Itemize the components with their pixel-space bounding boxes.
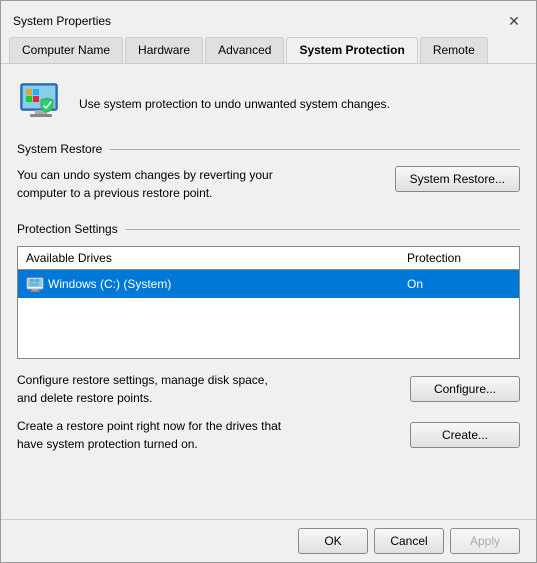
restore-description: You can undo system changes by reverting… [17, 166, 287, 202]
apply-button[interactable]: Apply [450, 528, 520, 554]
tab-remote[interactable]: Remote [420, 37, 488, 63]
drive-icon [26, 275, 44, 293]
empty-table-space [18, 298, 519, 358]
title-bar: System Properties ✕ [1, 1, 536, 33]
create-description: Create a restore point right now for the… [17, 417, 287, 453]
drives-table-header: Available Drives Protection [18, 247, 519, 270]
window-title: System Properties [13, 14, 111, 28]
create-action-row: Create a restore point right now for the… [17, 417, 520, 453]
close-button[interactable]: ✕ [504, 11, 524, 31]
configure-button[interactable]: Configure... [410, 376, 520, 402]
protection-section-label: Protection Settings [17, 222, 520, 236]
header-description: Use system protection to undo unwanted s… [79, 97, 390, 111]
system-restore-section-label: System Restore [17, 142, 520, 156]
system-properties-window: System Properties ✕ Computer Name Hardwa… [0, 0, 537, 563]
tab-system-protection[interactable]: System Protection [286, 37, 417, 63]
system-restore-block: You can undo system changes by reverting… [17, 166, 520, 212]
cancel-button[interactable]: Cancel [374, 528, 444, 554]
bottom-bar: OK Cancel Apply [1, 519, 536, 562]
ok-button[interactable]: OK [298, 528, 368, 554]
tab-computer-name[interactable]: Computer Name [9, 37, 123, 63]
configure-description: Configure restore settings, manage disk … [17, 371, 287, 407]
system-protection-icon [17, 80, 65, 128]
main-content: Use system protection to undo unwanted s… [1, 64, 536, 519]
section-divider [110, 149, 520, 150]
col-protection: Protection [399, 247, 519, 269]
create-button[interactable]: Create... [410, 422, 520, 448]
header-section: Use system protection to undo unwanted s… [17, 80, 520, 128]
drive-name-cell: Windows (C:) (System) [18, 270, 399, 298]
table-row[interactable]: Windows (C:) (System) On [18, 270, 519, 298]
tab-advanced[interactable]: Advanced [205, 37, 284, 63]
system-restore-button[interactable]: System Restore... [395, 166, 520, 192]
tab-hardware[interactable]: Hardware [125, 37, 203, 63]
col-available-drives: Available Drives [18, 247, 399, 269]
tabs-container: Computer Name Hardware Advanced System P… [1, 33, 536, 64]
restore-inner: You can undo system changes by reverting… [17, 166, 520, 202]
drives-table-wrapper: Available Drives Protection [17, 246, 520, 359]
protection-status-cell: On [399, 272, 519, 296]
protection-settings-section: Protection Settings Available Drives Pro… [17, 222, 520, 453]
protection-section-divider [126, 229, 520, 230]
configure-action-row: Configure restore settings, manage disk … [17, 371, 520, 407]
